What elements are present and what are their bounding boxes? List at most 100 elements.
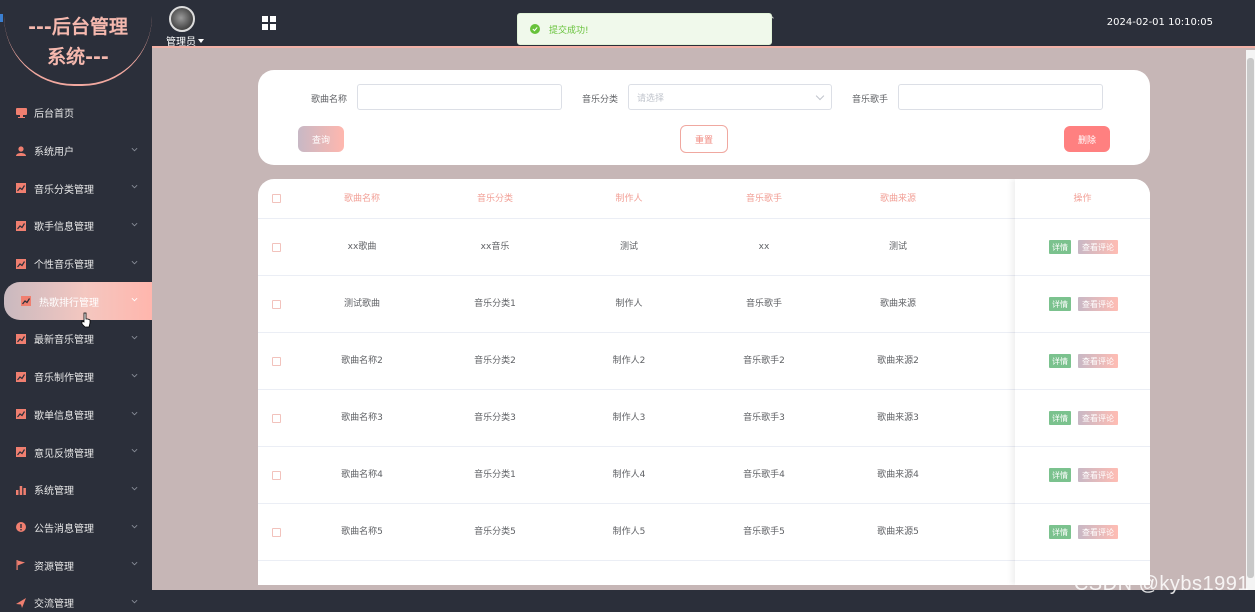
- sidebar-item-label: 意见反馈管理: [34, 448, 94, 460]
- row-checkbox[interactable]: [272, 243, 281, 252]
- sidebar-item[interactable]: 最新音乐管理: [0, 320, 152, 358]
- row-checkbox[interactable]: [272, 471, 281, 480]
- table-cell: 制作人2: [612, 356, 646, 366]
- row-checkbox[interactable]: [272, 414, 281, 423]
- page-scrollbar-thumb[interactable]: [1247, 58, 1254, 578]
- column-header[interactable]: 制作人: [569, 179, 689, 219]
- row-checkbox[interactable]: [272, 357, 281, 366]
- monitor-icon: [15, 107, 27, 119]
- table-cell: xx: [758, 242, 770, 252]
- sidebar-item[interactable]: 后台首页: [0, 94, 152, 132]
- column-header[interactable]: 音乐歌手: [704, 179, 824, 219]
- view-comments-button[interactable]: 查看评论: [1078, 468, 1118, 482]
- table-cell: 音乐歌手3: [743, 413, 785, 423]
- table-cell: 歌曲名称3: [341, 413, 383, 423]
- watermark: CSDN @kybs1991: [1073, 573, 1249, 595]
- check-circle-icon: [530, 24, 540, 34]
- actions-cell: 详情 查看评论: [1015, 447, 1150, 504]
- chart-line-icon: [15, 408, 27, 420]
- sidebar-item[interactable]: 歌单信息管理: [0, 396, 152, 434]
- sidebar-item-label: 后台首页: [34, 109, 74, 121]
- table-cell: 制作人4: [612, 470, 646, 480]
- table-cell: xx歌曲: [347, 242, 377, 252]
- column-header[interactable]: 音乐分类: [435, 179, 555, 219]
- table-cell: 歌曲名称4: [341, 470, 383, 480]
- actions-cell: 详情 查看评论: [1015, 276, 1150, 333]
- chart-line-icon: [15, 333, 27, 345]
- sidebar-item-label: 系统用户: [34, 147, 74, 159]
- sidebar-item[interactable]: 热歌排行管理: [4, 282, 152, 321]
- table-cell: xx音乐: [480, 242, 510, 252]
- song-name-input[interactable]: [357, 84, 562, 110]
- table-cell: 歌曲来源: [879, 299, 916, 309]
- table-cell: 音乐分类5: [474, 527, 516, 537]
- table-cell: 歌曲来源5: [877, 527, 919, 537]
- sidebar-item-label: 歌单信息管理: [34, 410, 94, 422]
- detail-button[interactable]: 详情: [1049, 240, 1071, 254]
- column-header[interactable]: 歌曲名称: [302, 179, 422, 219]
- detail-button[interactable]: 详情: [1049, 468, 1071, 482]
- song-name-label: 歌曲名称: [311, 95, 348, 105]
- table-cell: 音乐分类1: [474, 470, 516, 480]
- table-cell: 音乐歌手5: [743, 527, 785, 537]
- sidebar-item[interactable]: 个性音乐管理: [0, 245, 152, 283]
- song-table: 歌曲名称 音乐分类 制作人 音乐歌手 歌曲来源 xx歌曲 xx音乐 测试 xx 测试 测试歌曲 音乐…: [258, 179, 1150, 585]
- singer-label: 音乐歌手: [852, 95, 889, 105]
- table-cell: 歌曲来源2: [877, 356, 919, 366]
- actions-cell: 详情 查看评论: [1015, 504, 1150, 561]
- actions-cell: 详情 查看评论: [1015, 333, 1150, 390]
- brand-title-line1: ---后台管理: [28, 16, 128, 38]
- chart-line-icon: [20, 295, 32, 307]
- view-comments-button[interactable]: 查看评论: [1078, 297, 1118, 311]
- actions-cell: 详情 查看评论: [1015, 219, 1150, 276]
- delete-button[interactable]: 删除: [1064, 126, 1110, 152]
- sidebar-item[interactable]: 系统管理: [0, 471, 152, 509]
- row-checkbox[interactable]: [272, 528, 281, 537]
- select-all-checkbox[interactable]: [272, 194, 281, 203]
- user-menu[interactable]: 管理员: [166, 33, 204, 48]
- grid-menu-icon[interactable]: [262, 16, 276, 30]
- table-cell: 测试: [619, 242, 638, 252]
- table-cell: 歌曲名称5: [341, 527, 383, 537]
- table-cell: 音乐歌手4: [743, 470, 785, 480]
- reset-button[interactable]: 重置: [680, 125, 728, 153]
- sidebar-item-label: 音乐制作管理: [34, 373, 94, 385]
- table-cell: 制作人3: [612, 413, 646, 423]
- current-datetime: 2024-02-01 10:10:05: [1106, 17, 1213, 28]
- sidebar-item[interactable]: 歌手信息管理: [0, 207, 152, 245]
- row-checkbox[interactable]: [272, 300, 281, 309]
- sidebar-item[interactable]: 交流管理: [0, 584, 152, 612]
- column-header[interactable]: 歌曲来源: [838, 179, 958, 219]
- sidebar-item[interactable]: 公告消息管理: [0, 509, 152, 547]
- bar-chart-icon: [15, 484, 27, 496]
- category-select[interactable]: 请选择: [628, 84, 832, 110]
- view-comments-button[interactable]: 查看评论: [1078, 411, 1118, 425]
- sidebar-item[interactable]: 资源管理: [0, 546, 152, 584]
- table-cell: 歌曲来源4: [877, 470, 919, 480]
- detail-button[interactable]: 详情: [1049, 354, 1071, 368]
- table-cell: 测试歌曲: [343, 299, 380, 309]
- table-cell: 音乐分类3: [474, 413, 516, 423]
- detail-button[interactable]: 详情: [1049, 411, 1071, 425]
- chart-line-icon: [15, 220, 27, 232]
- sidebar-item[interactable]: 音乐制作管理: [0, 358, 152, 396]
- view-comments-button[interactable]: 查看评论: [1078, 240, 1118, 254]
- sidebar-item-label: 最新音乐管理: [34, 335, 94, 347]
- singer-input[interactable]: [898, 84, 1103, 110]
- sidebar-item-label: 资源管理: [34, 561, 74, 573]
- chart-line-icon: [15, 258, 27, 270]
- actions-column: 操作 详情 查看评论 详情 查看评论 详情 查看评论 详情 查看评论 详情 查看评论 详情 查看评论: [1015, 179, 1150, 585]
- view-comments-button[interactable]: 查看评论: [1078, 354, 1118, 368]
- query-button[interactable]: 查询: [298, 126, 344, 152]
- detail-button[interactable]: 详情: [1049, 297, 1071, 311]
- table-cell: 制作人: [615, 299, 643, 309]
- view-comments-button[interactable]: 查看评论: [1078, 525, 1118, 539]
- table-cell: 音乐分类1: [474, 299, 516, 309]
- table-cell: 音乐歌手: [745, 299, 782, 309]
- category-label: 音乐分类: [582, 95, 619, 105]
- avatar[interactable]: [169, 6, 195, 32]
- sidebar-item[interactable]: 意见反馈管理: [0, 433, 152, 471]
- sidebar-item[interactable]: 系统用户: [0, 132, 152, 170]
- sidebar-item[interactable]: 音乐分类管理: [0, 169, 152, 207]
- detail-button[interactable]: 详情: [1049, 525, 1071, 539]
